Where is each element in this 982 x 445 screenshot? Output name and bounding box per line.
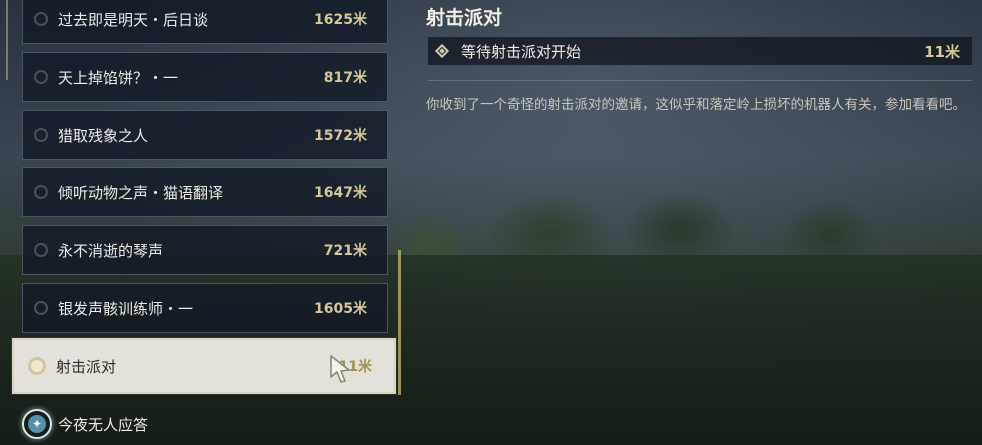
quest-item[interactable]: 永不消逝的琴声 721米	[22, 225, 388, 275]
quest-name: 猎取残象之人	[58, 126, 149, 145]
quest-distance: 817米	[323, 70, 367, 86]
divider	[428, 80, 972, 81]
quest-status-icon	[34, 243, 48, 257]
objective-text: 等待射击派对开始	[461, 42, 582, 61]
quest-status-icon	[34, 128, 48, 142]
mouse-cursor-icon	[330, 355, 350, 383]
quest-item[interactable]: 猎取残象之人 1572米	[22, 110, 388, 160]
quest-name: 倾听动物之声・猫语翻译	[58, 183, 224, 202]
quest-item[interactable]: 倾听动物之声・猫语翻译 1647米	[22, 167, 388, 217]
quest-item[interactable]: 过去即是明天・后日谈 1625米	[22, 0, 388, 44]
quest-distance: 1647米	[314, 185, 367, 201]
quest-status-icon	[34, 185, 48, 199]
list-scrollbar[interactable]	[6, 0, 8, 80]
quest-distance: 721米	[323, 243, 367, 259]
quest-name: 今夜无人应答	[58, 415, 149, 434]
quest-detail-panel: 射击派对 等待射击派对开始 11米 你收到了一个奇怪的射击派对的邀请，这似乎和落…	[426, 0, 982, 445]
quest-item-tracked[interactable]: ✦ 今夜无人应答	[22, 404, 148, 444]
quest-title: 射击派对	[426, 7, 503, 29]
quest-distance: 1572米	[314, 128, 367, 144]
objective-diamond-icon	[434, 43, 450, 59]
quest-objective[interactable]: 等待射击派对开始 11米	[428, 37, 972, 65]
quest-status-icon	[34, 301, 48, 315]
quest-item[interactable]: 天上掉馅饼？・一 817米	[22, 52, 388, 102]
quest-name: 银发声骸训练师・一	[58, 299, 194, 318]
quest-list: 过去即是明天・后日谈 1625米 天上掉馅饼？・一 817米 猎取残象之人 15…	[0, 0, 401, 445]
quest-status-icon	[34, 12, 48, 26]
quest-status-icon	[28, 357, 46, 375]
quest-item[interactable]: 银发声骸训练师・一 1605米	[22, 283, 388, 333]
list-scroll-thumb[interactable]	[398, 250, 401, 395]
quest-distance: 1605米	[314, 301, 367, 317]
quest-status-icon	[34, 70, 48, 84]
quest-description: 你收到了一个奇怪的射击派对的邀请，这似乎和落定岭上损坏的机器人有关，参加看看吧。	[426, 97, 966, 113]
quest-name: 过去即是明天・后日谈	[58, 10, 209, 29]
objective-distance: 11米	[924, 42, 960, 61]
quest-name: 永不消逝的琴声	[58, 241, 164, 260]
quest-name: 天上掉馅饼？・一	[58, 68, 179, 87]
tracked-quest-icon: ✦	[22, 409, 52, 439]
quest-distance: 1625米	[314, 12, 367, 28]
quest-name: 射击派对	[56, 357, 117, 376]
